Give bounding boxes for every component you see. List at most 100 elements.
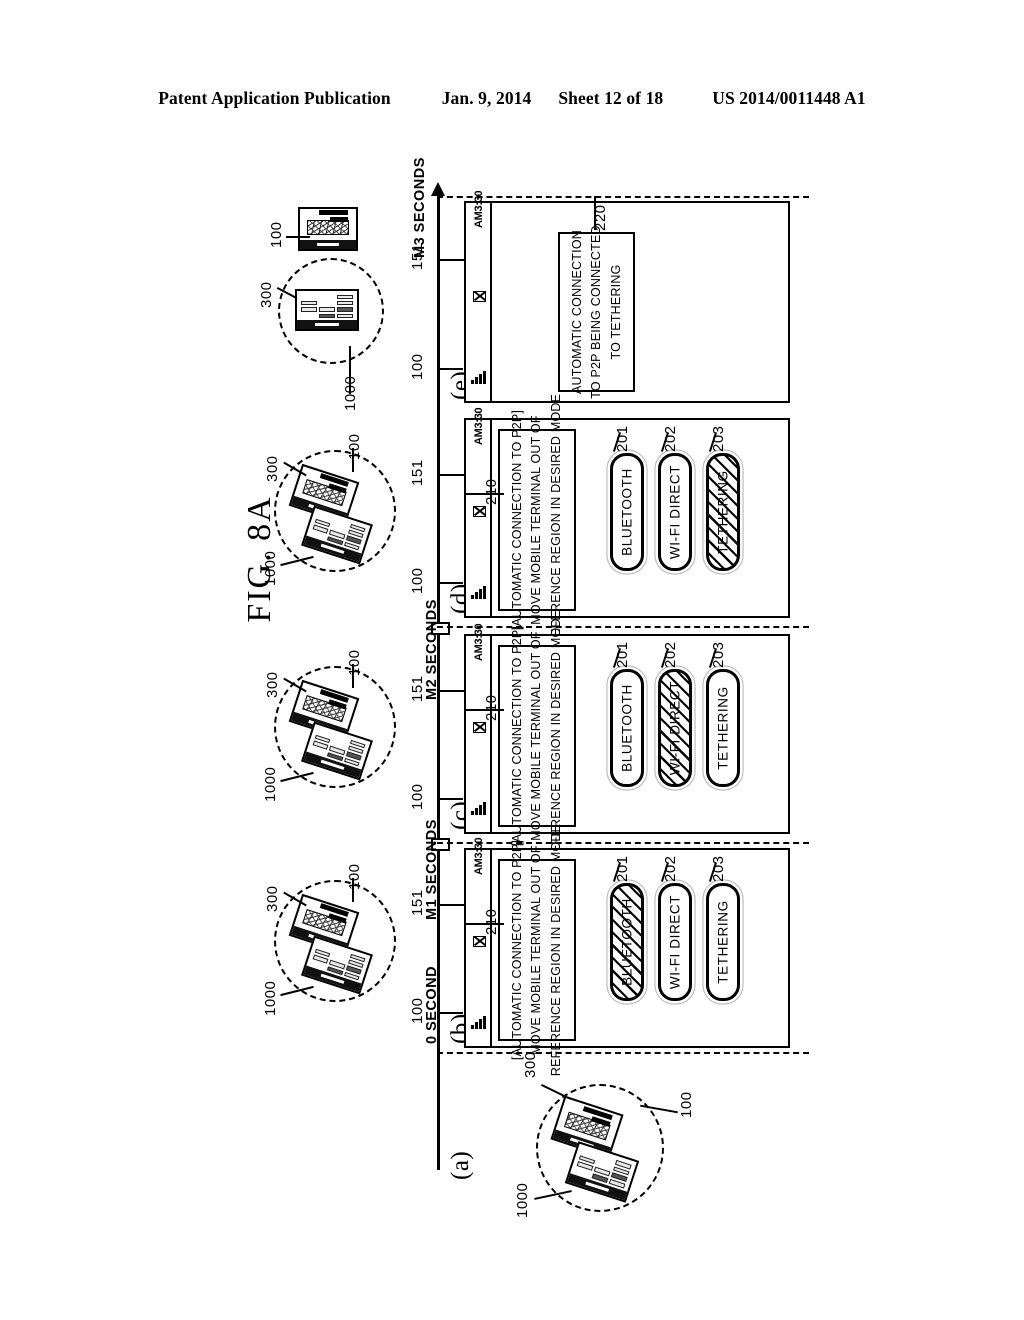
- leader-100-e: [439, 368, 463, 370]
- panel-e-status-time: AM3:30: [473, 190, 485, 228]
- panel-c-illustration: 100 300 1000: [250, 634, 430, 839]
- ref-210-b: 210: [483, 908, 500, 935]
- dialog-line-2: MOVE MOBILE TERMINAL OUT OF: [529, 845, 544, 1055]
- ref-1000-d: 1000: [262, 550, 279, 586]
- leader-151-d: [439, 474, 465, 476]
- option-label: TETHERING: [715, 686, 731, 770]
- panel-c-option-bluetooth[interactable]: BLUETOOTH: [610, 669, 644, 787]
- panel-separator-0s: [437, 1052, 809, 1054]
- ref-300-e: 300: [258, 281, 275, 308]
- ref-1000-b: 1000: [262, 980, 279, 1016]
- panel-e-connection-notice: AUTOMATIC CONNECTION TO P2P BEING CONNEC…: [558, 225, 635, 399]
- option-label: BLUETOOTH: [619, 898, 635, 986]
- panel-e-phone-screen: AM3:30 AUTOMATIC CONNECTION TO P2P BEING…: [464, 190, 790, 403]
- ref-202-d: 202: [662, 425, 679, 452]
- ref-203-b: 203: [710, 855, 727, 882]
- ref-201-d: 201: [614, 425, 631, 452]
- panel-b-status-bar: AM3:30: [466, 837, 492, 1046]
- notice-line-3: TO TETHERING: [608, 264, 623, 360]
- ref-202-c: 202: [662, 641, 679, 668]
- ref-100-c-illus: 100: [346, 649, 363, 676]
- option-label: TETHERING: [715, 900, 731, 984]
- panel-b-option-wifi-direct[interactable]: WI-FI DIRECT: [658, 883, 692, 1001]
- ref-1000-c: 1000: [262, 766, 279, 802]
- option-label: TETHERING: [715, 470, 731, 554]
- ref-201-b: 201: [614, 855, 631, 882]
- panel-d-dialog: [AUTOMATIC CONNECTION TO P2P] MOVE MOBIL…: [498, 394, 576, 646]
- panel-e-illustration: 100 300 1000: [250, 196, 430, 411]
- panel-b-illustration: 100 300 1000: [250, 848, 430, 1048]
- panel-c-option-wifi-direct[interactable]: WI-FI DIRECT: [658, 669, 692, 787]
- ref-203-c: 203: [710, 641, 727, 668]
- signal-icon: [470, 371, 488, 384]
- ref-1000-a: 1000: [514, 1182, 531, 1218]
- panel-e-notice-text: AUTOMATIC CONNECTION TO P2P BEING CONNEC…: [567, 225, 625, 398]
- panel-d-option-wifi-direct[interactable]: WI-FI DIRECT: [658, 453, 692, 571]
- panel-separator-m3: [437, 196, 809, 198]
- leader-100-illus-c: [352, 664, 354, 688]
- leader-100-illus-e: [286, 236, 310, 238]
- ref-100-a: 100: [678, 1091, 695, 1118]
- ref-300-d: 300: [264, 455, 281, 482]
- dialog-line-2: MOVE MOBILE TERMINAL OUT OF: [529, 415, 544, 625]
- panel-b-option-tethering[interactable]: TETHERING: [706, 883, 740, 1001]
- ref-210-c: 210: [483, 694, 500, 721]
- panel-label-a: (a): [447, 1150, 474, 1180]
- ref-100-e-illus: 100: [268, 221, 285, 248]
- ref-203-d: 203: [710, 425, 727, 452]
- leader-100-d: [439, 582, 463, 584]
- panel-d-status-time: AM3:30: [473, 407, 485, 445]
- leader-210-c: [466, 709, 504, 711]
- option-label: WI-FI DIRECT: [667, 680, 683, 776]
- option-label: BLUETOOTH: [619, 684, 635, 772]
- panel-e-status-bar: AM3:30: [466, 190, 492, 401]
- panel-d-illustration: 100 300 1000: [250, 418, 430, 623]
- panel-c-status-time: AM3:30: [473, 623, 485, 661]
- panel-d-option-tethering[interactable]: TETHERING: [706, 453, 740, 571]
- leader-151-e: [439, 259, 465, 261]
- figure-8a-drawing: M3 SECONDS M2 SECONDS M1 SECONDS 0 SECON…: [0, 0, 1024, 1320]
- panel-c-status-bar: AM3:30: [466, 623, 492, 832]
- panel-c-option-tethering[interactable]: TETHERING: [706, 669, 740, 787]
- leader-151-b: [439, 904, 465, 906]
- dialog-line-1: [AUTOMATIC CONNECTION TO P2P]: [509, 409, 524, 631]
- message-icon: [472, 506, 486, 517]
- panel-separator-m2: [437, 626, 809, 628]
- panel-b-dialog: [AUTOMATIC CONNECTION TO P2P] MOVE MOBIL…: [498, 824, 576, 1076]
- message-icon: [472, 291, 486, 302]
- option-label: BLUETOOTH: [619, 468, 635, 556]
- panel-c-dialog: [AUTOMATIC CONNECTION TO P2P] MOVE MOBIL…: [498, 610, 576, 862]
- leader-100-illus-b: [352, 878, 354, 902]
- panel-d-option-bluetooth[interactable]: BLUETOOTH: [610, 453, 644, 571]
- ref-100-b-illus: 100: [346, 863, 363, 890]
- ref-220: 220: [592, 204, 609, 231]
- panel-d-dialog-text: [AUTOMATIC CONNECTION TO P2P] MOVE MOBIL…: [508, 394, 566, 646]
- leader-100-b: [439, 1012, 463, 1014]
- panel-e-mobile-terminal: [298, 207, 358, 251]
- leader-1000-e: [349, 346, 351, 394]
- dialog-line-3: REFERENCE REGION IN DESIRED MODE: [548, 823, 563, 1077]
- leader-151-c: [439, 690, 465, 692]
- panel-b-status-time: AM3:30: [473, 837, 485, 875]
- leader-210-d: [466, 493, 504, 495]
- message-icon: [472, 936, 486, 947]
- panel-d-status-bar: AM3:30: [466, 407, 492, 616]
- signal-icon: [470, 802, 488, 815]
- ref-210-d: 210: [483, 478, 500, 505]
- ref-201-c: 201: [614, 641, 631, 668]
- panel-a-illustration: 100 300 1000: [500, 1051, 695, 1243]
- leader-210-b: [466, 923, 504, 925]
- message-icon: [472, 722, 486, 733]
- ref-202-b: 202: [662, 855, 679, 882]
- signal-icon: [470, 586, 488, 599]
- panel-b-dialog-text: [AUTOMATIC CONNECTION TO P2P] MOVE MOBIL…: [508, 824, 566, 1076]
- panel-b-option-bluetooth[interactable]: BLUETOOTH: [610, 883, 644, 1001]
- option-label: WI-FI DIRECT: [667, 894, 683, 990]
- dialog-line-1: [AUTOMATIC CONNECTION TO P2P]: [509, 839, 524, 1061]
- ref-300-b: 300: [264, 885, 281, 912]
- notice-line-1: AUTOMATIC CONNECTION: [569, 230, 584, 394]
- ref-300-c: 300: [264, 671, 281, 698]
- notice-line-2: TO P2P BEING CONNECTED: [588, 225, 603, 399]
- panel-separator-m1: [437, 842, 809, 844]
- signal-icon: [470, 1016, 488, 1029]
